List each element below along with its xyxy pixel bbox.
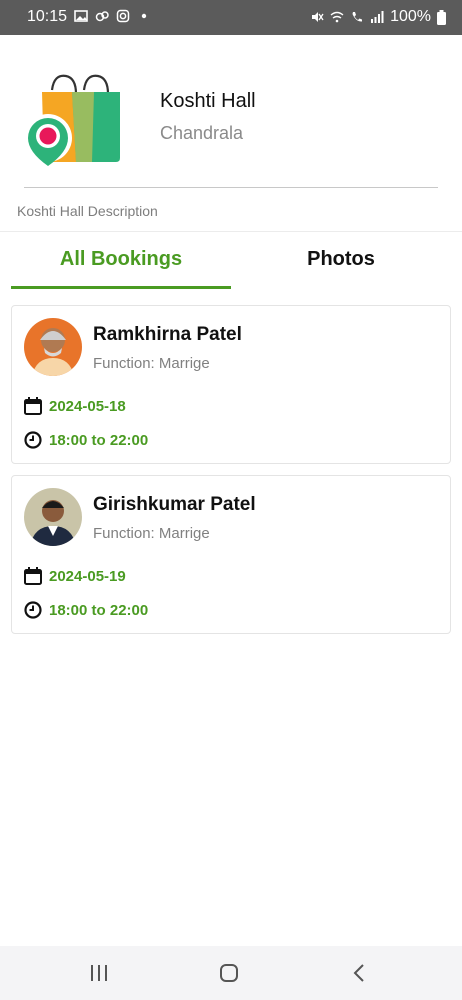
avatar: [24, 318, 82, 376]
booking-function: Function: Marrige: [93, 355, 210, 372]
booking-time: 18:00 to 22:00: [49, 601, 149, 619]
tab-photos[interactable]: Photos: [231, 248, 451, 271]
status-bar: 10:15 100%: [0, 0, 462, 35]
booking-date-row: 2024-05-19: [23, 566, 126, 586]
recents-button[interactable]: [86, 960, 112, 986]
signal-icon: [371, 11, 384, 23]
hall-description: Koshti Hall Description: [17, 203, 158, 219]
booking-card[interactable]: Ramkhirna Patel Function: Marrige 2024-0…: [11, 305, 451, 464]
booking-card[interactable]: Girishkumar Patel Function: Marrige 2024…: [11, 475, 451, 634]
status-system-icons: 100%: [310, 8, 446, 26]
booking-date: 2024-05-19: [49, 567, 126, 585]
status-notification-icons: [74, 9, 151, 23]
booking-function: Function: Marrige: [93, 525, 210, 542]
call-icon: [352, 12, 363, 22]
clock-icon: [24, 431, 42, 449]
gallery-icon: [74, 10, 88, 22]
booking-date: 2024-05-18: [49, 397, 126, 415]
mute-icon: [312, 12, 324, 22]
booking-date-row: 2024-05-18: [23, 396, 126, 416]
calendar-icon: [24, 567, 42, 585]
wifi-icon: [330, 11, 344, 23]
avatar: [24, 488, 82, 546]
booking-time: 18:00 to 22:00: [49, 431, 149, 449]
booking-person-name: Girishkumar Patel: [93, 494, 256, 515]
booking-time-row: 18:00 to 22:00: [23, 600, 148, 620]
section-divider: [0, 231, 462, 232]
active-tab-indicator: [11, 286, 231, 289]
back-button[interactable]: [346, 960, 372, 986]
hall-name: Koshti Hall: [160, 90, 256, 112]
recents-icon: [91, 965, 107, 981]
tab-all-bookings[interactable]: All Bookings: [11, 248, 231, 271]
header-divider: [24, 187, 438, 188]
clock-icon: [24, 601, 42, 619]
status-time: 10:15: [27, 8, 68, 25]
booking-person-name: Ramkhirna Patel: [93, 324, 242, 345]
calendar-icon: [24, 397, 42, 415]
battery-percent: 100%: [390, 8, 431, 25]
shopping-bag-location-icon: [24, 74, 120, 166]
system-nav-bar: [0, 946, 462, 1000]
instagram-icon: [116, 9, 130, 23]
home-button[interactable]: [216, 960, 242, 986]
home-icon: [220, 964, 238, 982]
dot-icon: [141, 13, 147, 19]
link-icon: [95, 11, 109, 22]
battery-icon: [437, 9, 446, 25]
hall-city: Chandrala: [160, 123, 244, 143]
back-icon: [353, 964, 364, 982]
booking-time-row: 18:00 to 22:00: [23, 430, 148, 450]
